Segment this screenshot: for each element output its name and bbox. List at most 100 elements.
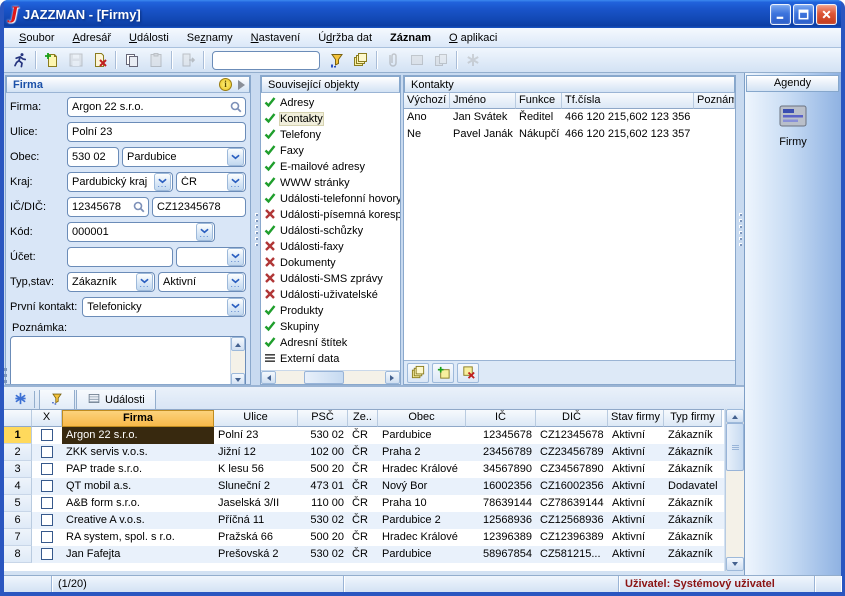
grid-column-header-x[interactable]: X xyxy=(32,410,62,427)
ucet-input[interactable] xyxy=(67,247,173,267)
chevron-down-icon[interactable]: ... xyxy=(227,273,244,291)
grid-column-header-num[interactable] xyxy=(4,410,32,427)
info-icon[interactable]: i xyxy=(219,78,232,91)
related-item-adresy[interactable]: Adresy xyxy=(261,95,400,111)
chevron-down-icon[interactable]: ... xyxy=(227,298,244,316)
grid-column-header-obec[interactable]: Obec xyxy=(378,410,466,427)
menu-item-o-aplikaci[interactable]: O aplikaci xyxy=(440,30,506,46)
asterisk-icon[interactable] xyxy=(8,389,32,408)
delete-contact-icon[interactable] xyxy=(457,363,479,383)
grid-vscrollbar[interactable] xyxy=(725,409,744,571)
stav-combo[interactable]: Aktivní ... xyxy=(158,272,246,292)
scroll-up-icon[interactable] xyxy=(726,409,744,423)
related-item-www-str-nky[interactable]: WWW stránky xyxy=(261,175,400,191)
chevron-down-icon[interactable]: ... xyxy=(154,173,171,191)
chevron-down-icon[interactable]: ... xyxy=(227,173,244,191)
ulice-input[interactable] xyxy=(67,122,246,142)
checkbox[interactable] xyxy=(41,480,53,492)
table-row[interactable]: 6Creative A v.o.s.Příčná 11530 02ČRPardu… xyxy=(4,512,724,529)
new-record-icon[interactable] xyxy=(40,49,63,71)
table-row[interactable]: 8Jan FafejtaPrešovská 2530 02ČRPardubice… xyxy=(4,546,724,563)
lookup-icon[interactable] xyxy=(132,200,146,214)
grid-column-header-ulice[interactable]: Ulice xyxy=(214,410,298,427)
related-hscrollbar[interactable] xyxy=(261,370,400,384)
menu-item-soubor[interactable]: Soubor xyxy=(10,30,63,46)
related-item-telefony[interactable]: Telefony xyxy=(261,127,400,143)
psc-input[interactable] xyxy=(67,147,119,167)
zeme-combo[interactable]: ČR ... xyxy=(176,172,246,192)
table-row[interactable]: 3PAP trade s.r.o.K lesu 56500 20ČRHradec… xyxy=(4,461,724,478)
menu-item--dr-ba-dat[interactable]: Údržba dat xyxy=(309,30,381,46)
checkbox[interactable] xyxy=(41,429,53,441)
table-row[interactable]: 1Argon 22 s.r.o.Polní 23530 02ČRPardubic… xyxy=(4,427,724,444)
chevron-down-icon[interactable]: ... xyxy=(196,223,213,241)
contacts-column-header[interactable]: Výchozí xyxy=(404,93,450,109)
chevron-down-icon[interactable]: ... xyxy=(227,248,244,266)
grid-column-header-firma[interactable]: Firma xyxy=(62,410,214,427)
checkbox[interactable] xyxy=(41,463,53,475)
browse-contacts-icon[interactable] xyxy=(407,363,429,383)
related-item-ud-losti-faxy[interactable]: Události-faxy xyxy=(261,239,400,255)
table-row[interactable]: 7RA system, spol. s r.o.Pražská 66500 20… xyxy=(4,529,724,546)
related-item-kontakty[interactable]: Kontakty xyxy=(261,111,400,127)
run-icon[interactable] xyxy=(8,49,31,71)
grid-column-header-ic[interactable]: IČ xyxy=(466,410,536,427)
grid-column-header-stav[interactable]: Stav firmy xyxy=(608,410,664,427)
table-row[interactable]: 2ZKK servis v.o.s.Jižní 12102 00ČRPraha … xyxy=(4,444,724,461)
menu-item-adres-[interactable]: Adresář xyxy=(63,30,120,46)
related-item-produkty[interactable]: Produkty xyxy=(261,303,400,319)
related-item-ud-losti-sch-zky[interactable]: Události-schůzky xyxy=(261,223,400,239)
contacts-agendy-splitter[interactable] xyxy=(736,73,744,385)
contacts-column-header[interactable]: Tf.čísla xyxy=(562,93,694,109)
related-item-ud-losti-u-ivatelsk-[interactable]: Události-uživatelské xyxy=(261,287,400,303)
scroll-down-icon[interactable] xyxy=(726,557,744,571)
expand-arrow-icon[interactable] xyxy=(238,80,245,90)
tab-filter[interactable] xyxy=(39,390,75,409)
related-item-skupiny[interactable]: Skupiny xyxy=(261,319,400,335)
menu-item-ud-losti[interactable]: Události xyxy=(120,30,178,46)
delete-record-icon[interactable] xyxy=(88,49,111,71)
grid-column-header-ze[interactable]: Ze.. xyxy=(348,410,378,427)
copy-icon[interactable] xyxy=(120,49,143,71)
tab-udalosti[interactable]: Události xyxy=(76,390,156,409)
firma-input[interactable] xyxy=(67,97,246,117)
filter-icon[interactable] xyxy=(325,49,348,71)
table-row[interactable]: 4QT mobil a.s.Sluneční 2473 01ČRNový Bor… xyxy=(4,478,724,495)
table-row[interactable]: 5A&B form s.r.o.Jaselská 3/II110 00ČRPra… xyxy=(4,495,724,512)
minimize-button[interactable] xyxy=(770,4,791,25)
firma-related-splitter[interactable] xyxy=(252,73,260,385)
checkbox[interactable] xyxy=(41,514,53,526)
contacts-column-header[interactable]: Jméno xyxy=(450,93,516,109)
contacts-column-header[interactable]: Poznámka xyxy=(694,93,735,109)
poznamka-textarea[interactable] xyxy=(10,336,246,384)
menu-item-seznamy[interactable]: Seznamy xyxy=(178,30,242,46)
kraj-combo[interactable]: Pardubický kraj ... xyxy=(67,172,173,192)
prvni-kontakt-combo[interactable]: Telefonicky ... xyxy=(82,297,246,317)
related-item-ud-losti-sms-zpr-vy[interactable]: Události-SMS zprávy xyxy=(261,271,400,287)
related-item-dokumenty[interactable]: Dokumenty xyxy=(261,255,400,271)
kod-combo[interactable]: 000001 ... xyxy=(67,222,215,242)
banka-combo[interactable]: ... xyxy=(176,247,246,267)
scroll-up-icon[interactable] xyxy=(231,337,245,351)
related-item-adresn-t-tek[interactable]: Adresní štítek xyxy=(261,335,400,351)
scroll-down-icon[interactable] xyxy=(231,373,245,384)
poznamka-scrollbar[interactable] xyxy=(230,337,245,384)
dic-input[interactable] xyxy=(152,197,246,217)
chevron-down-icon[interactable] xyxy=(227,148,244,166)
titlebar[interactable]: J JAZZMAN - [Firmy] xyxy=(4,0,841,28)
contact-row[interactable]: AnoJan SvátekŘeditel466 120 215,602 123 … xyxy=(404,109,735,126)
related-item-e-mailov-adresy[interactable]: E-mailové adresy xyxy=(261,159,400,175)
related-item-faxy[interactable]: Faxy xyxy=(261,143,400,159)
grid-column-header-dic[interactable]: DIČ xyxy=(536,410,608,427)
checkbox[interactable] xyxy=(41,548,53,560)
obec-combo[interactable]: Pardubice xyxy=(122,147,246,167)
lookup-icon[interactable] xyxy=(229,100,243,114)
close-button[interactable] xyxy=(816,4,837,25)
chevron-down-icon[interactable]: ... xyxy=(136,273,153,291)
scroll-left-icon[interactable] xyxy=(261,371,276,384)
scrollbar-thumb[interactable] xyxy=(304,371,344,384)
checkbox[interactable] xyxy=(41,446,53,458)
contacts-column-header[interactable]: Funkce xyxy=(516,93,562,109)
add-contact-icon[interactable] xyxy=(432,363,454,383)
typ-combo[interactable]: Zákazník ... xyxy=(67,272,155,292)
